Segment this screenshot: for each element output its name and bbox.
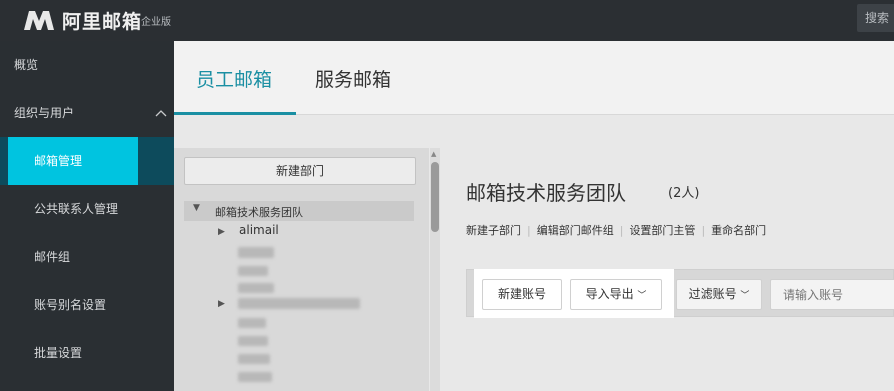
sidebar-item-label: 邮箱管理 [34, 154, 83, 168]
account-search-input[interactable] [770, 279, 894, 310]
new-account-button[interactable]: 新建账号 [482, 279, 562, 310]
main-content: 员工邮箱 服务邮箱 新建部门 ▼ 邮箱技术服务团队 ▶ alimail ▶ ▲ … [174, 41, 894, 391]
tree-root-label: 邮箱技术服务团队 [215, 206, 303, 219]
filter-account-button[interactable]: 过滤账号 ﹀ [676, 279, 762, 310]
sidebar-item-label: 公共联系人管理 [34, 202, 119, 216]
active-tab-underline [174, 112, 296, 115]
action-new-subdept[interactable]: 新建子部门 [466, 224, 521, 237]
redacted-node [238, 247, 274, 258]
filter-label: 过滤账号 [688, 287, 737, 301]
dept-tree-panel: 新建部门 ▼ 邮箱技术服务团队 ▶ alimail ▶ [174, 148, 429, 391]
sidebar-item-label: 账号别名设置 [34, 298, 107, 312]
sidebar-item-label: 概览 [14, 58, 39, 72]
dept-member-count: (2人) [668, 186, 700, 201]
tree-root-node[interactable]: ▼ 邮箱技术服务团队 [184, 201, 414, 221]
sidebar-item-label: 邮件组 [34, 250, 71, 264]
sidebar: 概览 组织与用户 邮箱管理 公共联系人管理 邮件组 账号别名设置 批量设置 [0, 41, 174, 391]
edition-label: 企业版 [141, 17, 171, 28]
import-export-button[interactable]: 导入导出 ﹀ [570, 279, 662, 310]
top-search-button[interactable]: 搜索 [857, 4, 894, 32]
sidebar-item-org-users[interactable]: 组织与用户 [0, 89, 174, 137]
chevron-up-icon [155, 110, 167, 117]
import-export-label: 导入导出 [585, 287, 634, 301]
caret-right-icon[interactable]: ▶ [218, 227, 225, 237]
dept-title: 邮箱技术服务团队 [466, 181, 626, 205]
redacted-node [238, 298, 360, 309]
caret-right-icon[interactable]: ▶ [218, 299, 225, 309]
tab-bar: 员工邮箱 服务邮箱 [174, 41, 894, 115]
tree-scrollbar[interactable]: ▲ [430, 148, 440, 391]
logo-icon [24, 11, 54, 30]
redacted-node [238, 283, 274, 293]
scrollbar-thumb[interactable] [431, 162, 439, 232]
action-set-manager[interactable]: 设置部门主管 [629, 224, 695, 237]
sidebar-item-account-alias[interactable]: 账号别名设置 [0, 281, 174, 329]
scroll-up-icon[interactable]: ▲ [431, 150, 436, 158]
redacted-node [238, 336, 268, 346]
tree-node-alimail[interactable]: alimail [239, 223, 279, 237]
sidebar-item-public-contacts[interactable]: 公共联系人管理 [0, 185, 174, 233]
sidebar-item-overview[interactable]: 概览 [0, 41, 174, 89]
caret-down-icon[interactable]: ▼ [193, 203, 200, 213]
dept-actions: 新建子部门 | 编辑部门邮件组 | 设置部门主管 | 重命名部门 [466, 224, 767, 237]
chevron-down-icon: ﹀ [740, 291, 750, 301]
chevron-down-icon: ﹀ [637, 291, 647, 301]
redacted-node [238, 266, 268, 276]
sidebar-item-mailbox-mgmt[interactable]: 邮箱管理 [0, 137, 174, 185]
sidebar-item-batch-settings[interactable]: 批量设置 [0, 329, 174, 377]
sidebar-item-label: 批量设置 [34, 346, 83, 360]
action-edit-mailgroup[interactable]: 编辑部门邮件组 [537, 224, 614, 237]
new-dept-button[interactable]: 新建部门 [184, 157, 416, 185]
tab-staff-mailbox[interactable]: 员工邮箱 [196, 65, 272, 92]
brand-name: 阿里邮箱 [62, 11, 143, 33]
sidebar-item-mail-groups[interactable]: 邮件组 [0, 233, 174, 281]
redacted-node [238, 354, 270, 364]
action-rename-dept[interactable]: 重命名部门 [711, 224, 766, 237]
tab-service-mailbox[interactable]: 服务邮箱 [315, 65, 391, 92]
top-bar: 阿里邮箱 企业版 搜索 [0, 0, 894, 41]
redacted-node [238, 372, 272, 382]
redacted-node [238, 318, 266, 328]
sidebar-item-label: 组织与用户 [14, 106, 75, 120]
